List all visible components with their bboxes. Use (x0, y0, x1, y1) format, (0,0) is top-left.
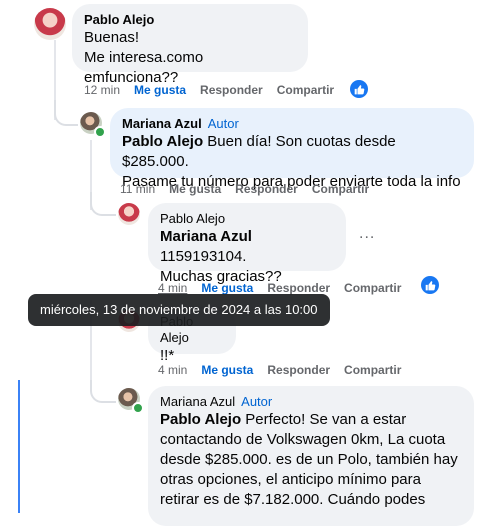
online-status-icon (94, 126, 106, 138)
thread-connector (90, 192, 116, 216)
comment-text-line: Mariana Azul 1159193104. (160, 227, 334, 267)
author-badge: Autor (207, 116, 239, 131)
mention-link[interactable]: Mariana Azul (160, 228, 252, 245)
reply-button[interactable]: Responder (267, 363, 330, 377)
comment-text-line: Pablo Alejo Buen día! Son cuotas desde $… (122, 132, 462, 172)
comment-bubble: Pablo Alejo Mariana Azul 1159193104. Muc… (148, 203, 346, 285)
comment-text-line: Buenas! (84, 29, 140, 46)
comment-author-line: Mariana Azul Autor (122, 116, 462, 132)
comment-author-line: Mariana Azul Autor (160, 394, 462, 410)
comment-text-line: otras opciones, el anticipo mínimo para (160, 471, 421, 488)
like-button[interactable]: Me gusta (201, 281, 253, 295)
share-button[interactable]: Compartir (312, 182, 369, 196)
comment-time[interactable]: 4 min (158, 363, 187, 377)
share-button[interactable]: Compartir (277, 83, 334, 97)
like-button[interactable]: Me gusta (169, 182, 221, 196)
reply-button[interactable]: Responder (235, 182, 298, 196)
comment-actions: 4 min Me gusta Responder Compartir (158, 362, 415, 378)
comment-text-line: desde $285.000. es de un Polo, también h… (160, 451, 458, 468)
comment-bubble: Mariana Azul Autor Pablo Alejo Perfecto! … (148, 386, 474, 526)
comment-text: Perfecto! Se van a estar (241, 411, 407, 428)
like-button[interactable]: Me gusta (201, 363, 253, 377)
avatar[interactable] (34, 8, 66, 40)
like-button[interactable]: Me gusta (134, 83, 186, 97)
thread-line-active (18, 380, 20, 513)
comment-time[interactable]: 11 min (120, 182, 155, 196)
comment-bubble: Pablo Alejo Buenas! Me interesa.como emf… (72, 4, 308, 86)
comment-text: 1159193104. (160, 248, 247, 265)
like-reaction-icon[interactable] (421, 276, 439, 294)
reply-button[interactable]: Responder (267, 281, 330, 295)
comment-actions: 11 min Me gusta Responder Compartir (120, 181, 383, 197)
comment-author[interactable]: Mariana Azul (160, 394, 235, 409)
comment-bubble: Mariana Azul Autor Pablo Alejo Buen día! … (110, 108, 474, 190)
timestamp-tooltip: miércoles, 13 de noviembre de 2024 a las… (28, 294, 330, 326)
comment-text-line: contactando de Volkswagen 0km, La cuota (160, 431, 446, 448)
reply-button[interactable]: Responder (200, 83, 263, 97)
mention-link[interactable]: Pablo Alejo (122, 133, 203, 150)
avatar[interactable] (118, 203, 140, 225)
mention-link[interactable]: Pablo Alejo (160, 411, 241, 428)
comment-time[interactable]: 4 min (158, 281, 187, 295)
online-status-icon (132, 402, 144, 414)
like-reaction-icon[interactable] (350, 80, 368, 98)
comment-text-line: retirar es de $7.182.000. Cuándo podes (160, 491, 426, 508)
more-options-icon[interactable]: ... (359, 225, 375, 243)
share-button[interactable]: Compartir (344, 363, 401, 377)
author-badge: Autor (241, 394, 273, 409)
comment-author[interactable]: Pablo Alejo (160, 211, 334, 227)
comment-actions: 12 min Me gusta Responder Compartir (84, 82, 348, 98)
thread-connector (90, 375, 116, 403)
comment-author[interactable]: Mariana Azul (122, 116, 202, 131)
comment-time[interactable]: 12 min (84, 83, 120, 97)
comment-text-line: Pablo Alejo Perfecto! Se van a estar (160, 410, 462, 430)
thread-connector (54, 100, 78, 126)
comment-author[interactable]: Pablo Alejo (84, 12, 296, 28)
share-button[interactable]: Compartir (344, 281, 401, 295)
